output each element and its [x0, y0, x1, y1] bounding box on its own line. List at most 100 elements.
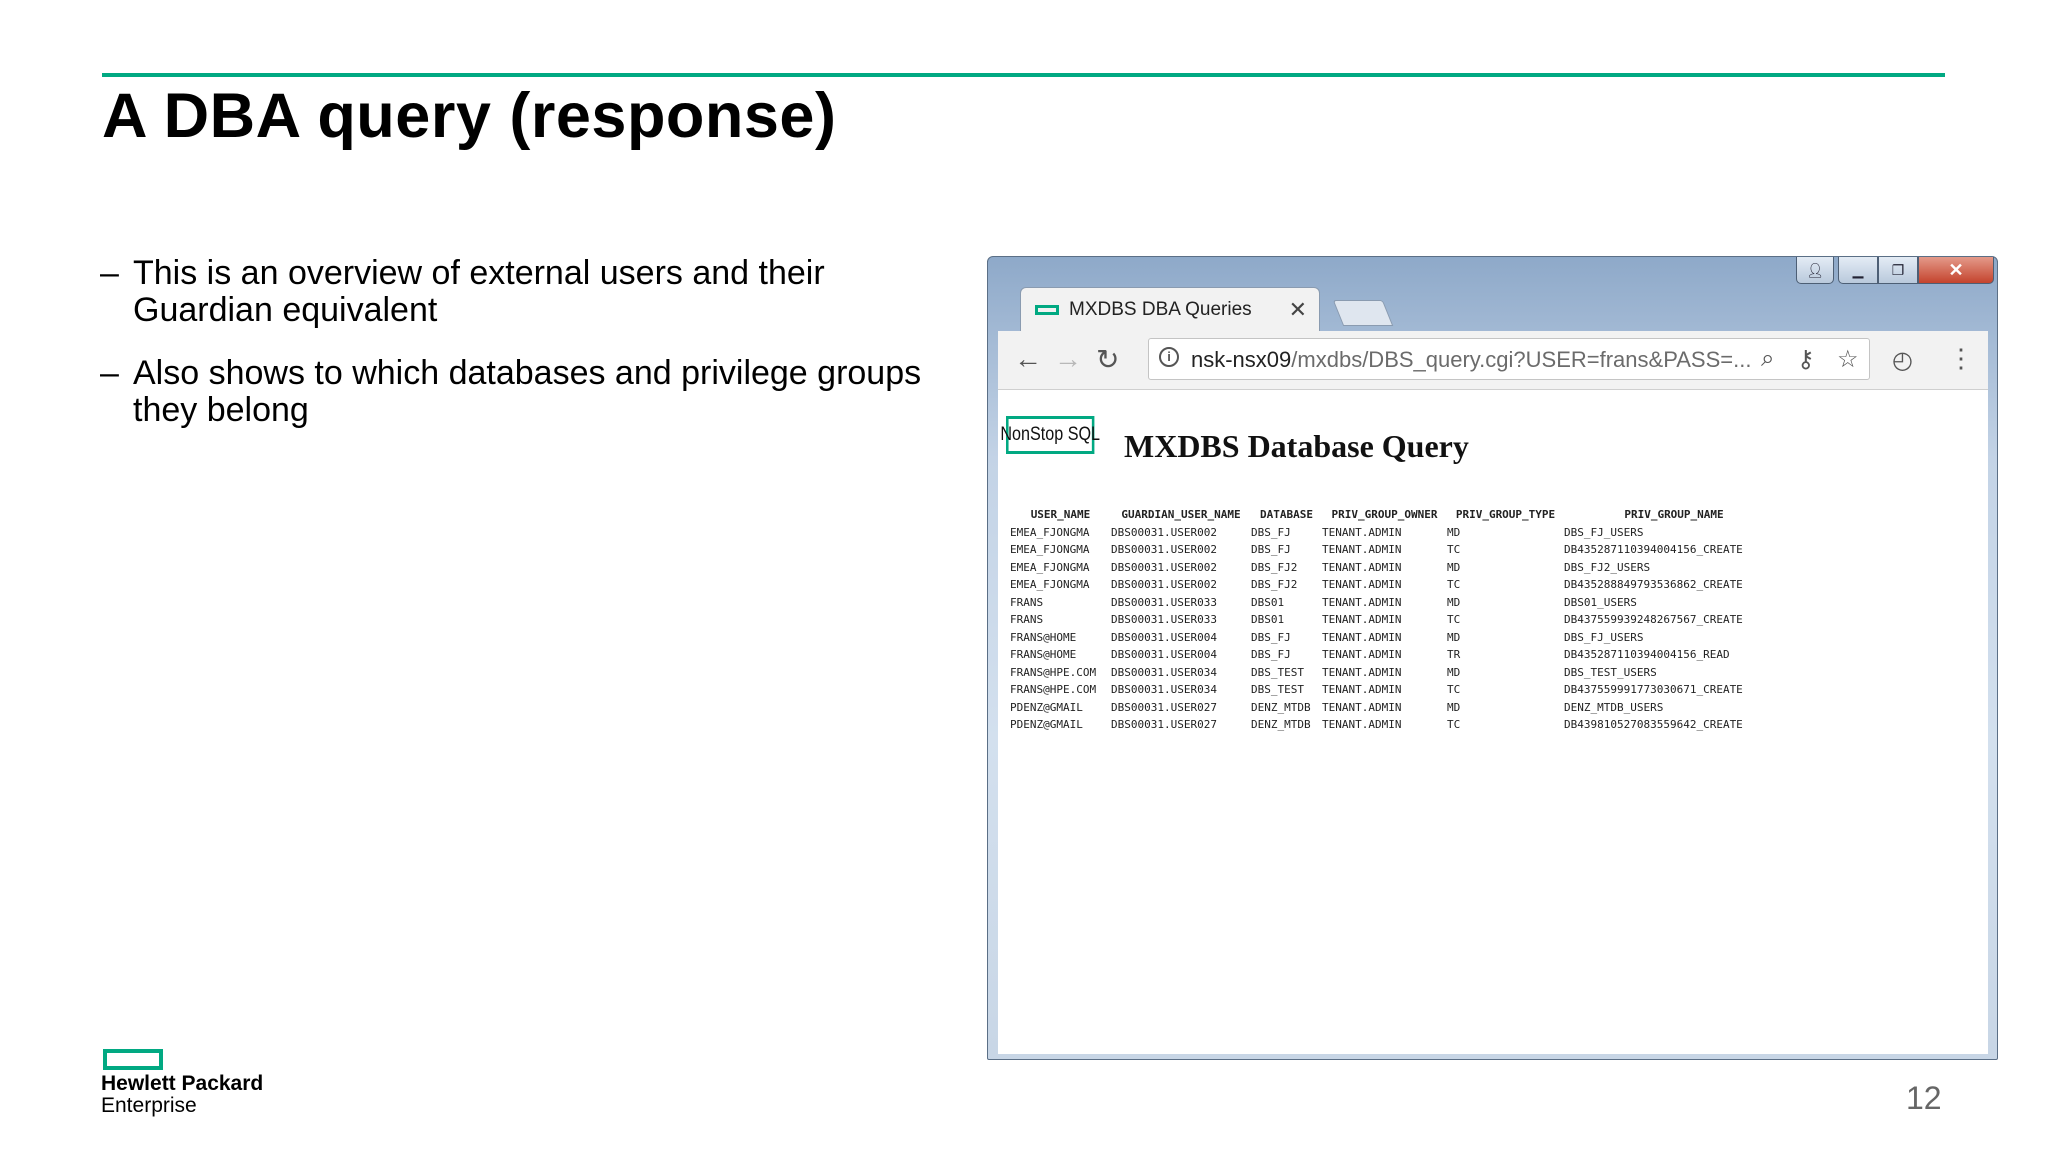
bullet-text: This is an overview of external users an…	[133, 254, 825, 329]
back-arrow-icon[interactable]: ←	[1014, 343, 1042, 375]
browser-tab[interactable]: MXDBS DBA Queries ✕	[1020, 287, 1320, 332]
table-cell: DBS00031.USER033	[1111, 613, 1217, 626]
web-page: NonStop SQL MXDBS Database Query USER_NA…	[998, 390, 1988, 1054]
table-cell: TENANT.ADMIN	[1322, 560, 1402, 574]
query-result-table: USER_NAME GUARDIAN_USER_NAME DATABASE PR…	[1010, 506, 1784, 734]
table-cell: DBS00031.USER034	[1111, 683, 1217, 696]
table-cell: DBS00031.USER027	[1111, 718, 1217, 731]
table-row: EMEA_FJONGMA DBS00031.USER002 DBS_FJ2 TENAN…	[1010, 576, 1784, 594]
table-cell: DBS00031.USER002	[1111, 560, 1217, 574]
table-row: FRANS DBS00031.USER033 DBS01 TENANT.ADMIN MD…	[1010, 594, 1784, 612]
nonstop-sql-logo: NonStop SQL	[1000, 416, 1100, 454]
table-row: FRANS@HPE.COM DBS00031.USER034 DBS_TEST TEN…	[1010, 664, 1784, 682]
forward-arrow-icon[interactable]: →	[1054, 343, 1082, 375]
table-cell: DBS_FJ	[1251, 648, 1291, 661]
table-cell: DBS_TEST	[1251, 683, 1304, 696]
star-icon[interactable]: ☆	[1837, 345, 1859, 374]
table-cell: TC	[1447, 718, 1461, 731]
table-cell: DBS_TEST	[1251, 665, 1304, 679]
table-row: EMEA_FJONGMA DBS00031.USER002 DBS_FJ TENANT…	[1010, 541, 1784, 559]
title-rule	[102, 73, 1945, 77]
url-host: nsk-nsx09	[1191, 347, 1292, 372]
tab-title: MXDBS DBA Queries	[1069, 299, 1252, 320]
table-cell: DBS01	[1251, 595, 1285, 609]
close-window-button[interactable]: ✕	[1918, 257, 1994, 284]
reload-icon[interactable]: ↻	[1096, 343, 1119, 376]
table-cell: TENANT.ADMIN	[1322, 648, 1402, 661]
address-bar[interactable]: i nsk-nsx09/mxdbs/DBS_query.cgi?USER=fra…	[1148, 338, 1870, 380]
zoom-icon[interactable]: ⌕	[1761, 345, 1774, 373]
table-cell: MD	[1447, 665, 1461, 679]
table-cell: EMEA_FJONGMA	[1010, 525, 1090, 539]
table-cell: MD	[1447, 525, 1461, 539]
column-header: PRIV_GROUP_NAME	[1624, 508, 1724, 521]
table-row: PDENZ@GMAIL DBS00031.USER027 DENZ_MTDB TENA…	[1010, 716, 1784, 734]
table-cell: DBS00031.USER002	[1111, 578, 1217, 591]
table-cell: DBS01_USERS	[1564, 595, 1637, 609]
table-cell: DBS00031.USER004	[1111, 630, 1217, 644]
table-cell: DBS00031.USER002	[1111, 543, 1217, 556]
table-cell: FRANS@HOME	[1010, 630, 1077, 644]
tab-close-icon[interactable]: ✕	[1289, 297, 1307, 323]
bullet-dash: –	[100, 354, 119, 392]
bullet-list: – This is an overview of external users …	[100, 255, 950, 455]
table-cell: TC	[1447, 578, 1461, 591]
minimize-button[interactable]: ▁	[1838, 257, 1878, 284]
bullet-item: – This is an overview of external users …	[100, 255, 950, 329]
table-row: FRANS@HPE.COM DBS00031.USER034 DBS_TEST TEN…	[1010, 681, 1784, 699]
window-controls: 👤︎ ▁ ❐ ✕	[1796, 257, 1994, 284]
table-cell: DENZ_MTDB	[1251, 718, 1311, 731]
table-cell: DB437559939248267567_CREATE	[1564, 613, 1743, 626]
hpe-logo-text: Hewlett Packard	[101, 1072, 264, 1095]
hpe-logo-mark	[103, 1049, 163, 1070]
table-cell: TENANT.ADMIN	[1322, 718, 1402, 731]
table-cell: EMEA_FJONGMA	[1010, 560, 1090, 574]
user-profile-button[interactable]: 👤︎	[1796, 257, 1834, 284]
speed-icon[interactable]: ◴	[1892, 346, 1913, 375]
table-cell: DBS_FJ	[1251, 630, 1291, 644]
table-cell: TENANT.ADMIN	[1322, 578, 1402, 591]
table-cell: TENANT.ADMIN	[1322, 595, 1402, 609]
slide-title: A DBA query (response)	[102, 81, 837, 151]
table-row: EMEA_FJONGMA DBS00031.USER002 DBS_FJ2 TENAN…	[1010, 559, 1784, 577]
key-icon[interactable]: ⚷	[1797, 345, 1815, 374]
column-header: PRIV_GROUP_TYPE	[1455, 508, 1556, 521]
table-cell: FRANS@HPE.COM	[1010, 683, 1097, 696]
bullet-item: – Also shows to which databases and priv…	[100, 355, 950, 429]
table-cell: DBS_FJ2	[1251, 560, 1298, 574]
browser-toolbar: ← → ↻ i nsk-nsx09/mxdbs/DBS_query.cgi?US…	[998, 331, 1988, 390]
table-cell: MD	[1447, 700, 1461, 714]
table-cell: DBS00031.USER034	[1111, 665, 1217, 679]
column-header: DATABASE	[1260, 508, 1313, 521]
table-header-row: USER_NAME GUARDIAN_USER_NAME DATABASE PR…	[1010, 506, 1784, 524]
table-cell: DBS00031.USER002	[1111, 525, 1217, 539]
table-cell: MD	[1447, 560, 1461, 574]
page-number: 12	[1906, 1080, 1942, 1116]
table-cell: TENANT.ADMIN	[1322, 665, 1402, 679]
column-header: GUARDIAN_USER_NAME	[1121, 508, 1241, 521]
table-cell: DENZ_MTDB	[1251, 700, 1311, 714]
info-icon[interactable]: i	[1159, 347, 1179, 367]
table-cell: PDENZ@GMAIL	[1010, 700, 1083, 714]
table-cell: TENANT.ADMIN	[1322, 525, 1402, 539]
table-cell: DB435287110394004156_READ	[1564, 648, 1730, 661]
table-cell: DBS_FJ	[1251, 525, 1291, 539]
table-cell: DBS_FJ2_USERS	[1564, 560, 1651, 574]
table-row: PDENZ@GMAIL DBS00031.USER027 DENZ_MTDB TENA…	[1010, 699, 1784, 717]
table-cell: DBS_FJ2	[1251, 578, 1298, 591]
bullet-dash: –	[100, 254, 119, 292]
minimize-icon: ▁	[1852, 261, 1864, 278]
table-cell: MD	[1447, 595, 1461, 609]
table-cell: DBS00031.USER033	[1111, 595, 1217, 609]
new-tab-button[interactable]	[1332, 300, 1394, 326]
table-cell: DB437559991773030671_CREATE	[1564, 683, 1743, 696]
menu-dots-icon[interactable]: ⋮	[1948, 343, 1974, 374]
bullet-text: Also shows to which databases and privil…	[133, 354, 922, 429]
table-cell: DBS_FJ_USERS	[1564, 630, 1644, 644]
url-text: nsk-nsx09/mxdbs/DBS_query.cgi?USER=frans…	[1191, 347, 1751, 373]
page-heading: MXDBS Database Query	[1124, 428, 1469, 464]
hpe-logo-subtext: Enterprise	[101, 1094, 197, 1117]
maximize-button[interactable]: ❐	[1878, 257, 1918, 284]
table-cell: FRANS	[1010, 613, 1044, 626]
table-cell: DENZ_MTDB_USERS	[1564, 700, 1664, 714]
